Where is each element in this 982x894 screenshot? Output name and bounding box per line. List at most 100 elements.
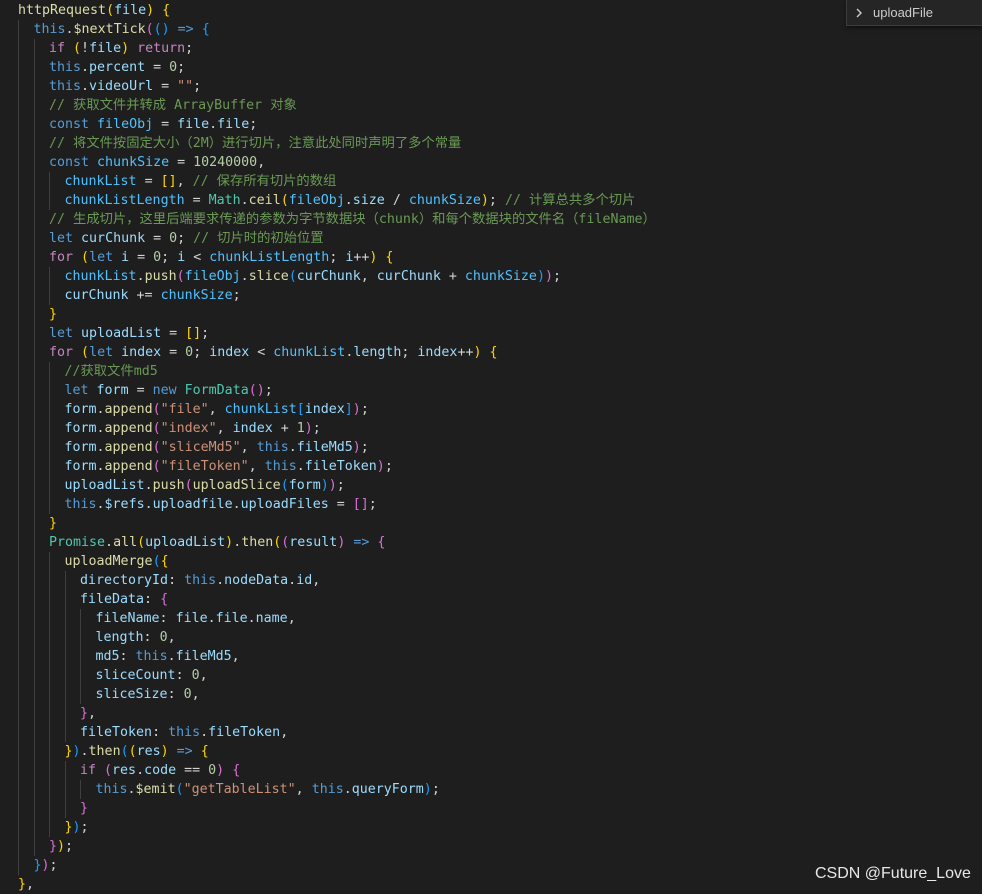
code-token: )	[320, 478, 329, 493]
code-line: }	[18, 514, 982, 533]
code-line: //获取文件md5	[18, 362, 982, 381]
indent-guide	[18, 305, 19, 324]
code-line-content: fileToken: this.fileToken,	[80, 723, 288, 742]
code-token: for	[49, 250, 74, 265]
indent-guide	[33, 495, 35, 514]
code-token: ;	[552, 269, 561, 284]
sticky-scroll-header[interactable]: uploadFile	[846, 0, 982, 26]
code-token: size	[352, 193, 385, 208]
indent-guide	[33, 381, 35, 400]
indent-guide	[49, 191, 50, 210]
code-line: if (res.code == 0) {	[18, 761, 982, 780]
indent-guide	[64, 761, 66, 780]
code-line: let form = new FormData();	[18, 381, 982, 400]
code-token: ;	[201, 326, 210, 341]
indent-guide	[18, 723, 19, 742]
code-token: =>	[176, 744, 193, 759]
code-line: const chunkSize = 10240000,	[18, 153, 982, 172]
code-token: (	[81, 250, 90, 265]
code-token: append	[104, 402, 153, 417]
code-token: .	[80, 744, 89, 759]
code-token: [	[296, 402, 305, 417]
code-token: ;	[65, 839, 74, 854]
code-line: fileData: {	[18, 590, 982, 609]
code-line-content: },	[80, 704, 96, 723]
code-token: ;	[329, 250, 346, 265]
code-token: let	[49, 231, 74, 246]
indent-guide	[18, 381, 19, 400]
indent-guide	[33, 286, 35, 305]
code-line-content: form.append("file", chunkList[index]);	[65, 400, 369, 419]
code-token: }	[64, 820, 73, 835]
indent-guide	[33, 115, 35, 134]
code-token: ++	[353, 250, 370, 265]
code-token: length	[353, 345, 402, 360]
code-token: ,	[216, 421, 233, 436]
code-token: this	[311, 782, 344, 797]
code-token: {	[385, 250, 394, 265]
indent-guide	[33, 552, 35, 571]
code-token: ;	[368, 497, 377, 512]
code-token: )	[544, 269, 553, 284]
code-token: (	[152, 421, 161, 436]
code-token: !	[81, 41, 90, 56]
code-token: fileObj	[184, 269, 241, 284]
indent-guide	[18, 229, 19, 248]
code-token: if	[49, 41, 66, 56]
indent-guide	[33, 362, 35, 381]
indent-guide	[80, 609, 81, 628]
code-token: }	[49, 839, 58, 854]
code-token: chunkSize	[464, 269, 537, 284]
indent-guide	[49, 552, 50, 571]
code-token: {	[201, 22, 210, 37]
code-token: queryForm	[351, 782, 424, 797]
code-area[interactable]: httpRequest(file) {this.$nextTick(() => …	[18, 1, 982, 894]
indent-guide	[64, 666, 66, 685]
code-token: if	[80, 763, 97, 778]
code-line: this.$emit("getTableList", this.queryFor…	[18, 780, 982, 799]
code-token: // 切片时的初始位置	[193, 231, 324, 246]
code-token: ;	[312, 421, 321, 436]
code-line-content: form.append("sliceMd5", this.fileMd5);	[65, 438, 369, 457]
code-token: file	[177, 117, 210, 132]
indent-guide	[18, 666, 19, 685]
indent-guide	[18, 818, 19, 837]
code-token: const	[49, 117, 90, 132]
code-token: ,	[248, 459, 265, 474]
code-token: ;	[193, 79, 202, 94]
code-line: this.$refs.uploadfile.uploadFiles = [];	[18, 495, 982, 514]
code-token: )	[57, 839, 66, 854]
indent-guide	[18, 400, 19, 419]
code-line-content: this.percent = 0;	[49, 58, 185, 77]
indent-guide	[64, 723, 66, 742]
code-token: ;	[193, 345, 210, 360]
code-token: (	[104, 763, 113, 778]
code-token: :	[144, 592, 161, 607]
code-token: new	[152, 383, 177, 398]
indent-guide	[49, 628, 50, 647]
code-token: for	[49, 345, 74, 360]
indent-guide	[18, 476, 19, 495]
code-token: uploadfile	[152, 497, 233, 512]
code-token: result	[289, 535, 338, 550]
code-token: ;	[80, 820, 89, 835]
indent-guide	[64, 685, 66, 704]
indent-guide	[33, 666, 35, 685]
code-token: ;	[360, 402, 369, 417]
code-line-content: fileData: {	[80, 590, 168, 609]
code-token: )	[352, 402, 361, 417]
indent-guide	[64, 609, 66, 628]
indent-guide	[33, 343, 35, 362]
code-editor[interactable]: httpRequest(file) {this.$nextTick(() => …	[0, 0, 982, 894]
chevron-right-icon	[856, 8, 862, 17]
code-token: ;	[185, 41, 194, 56]
code-token: []	[352, 497, 369, 512]
code-token: 0	[185, 345, 194, 360]
code-line-content: this.videoUrl = "";	[49, 77, 201, 96]
code-token: ;	[249, 117, 258, 132]
indent-guide	[33, 742, 35, 761]
code-line-content: // 将文件按固定大小（2M）进行切片，注意此处同时声明了多个常量	[49, 134, 461, 153]
code-token: =	[145, 60, 170, 75]
